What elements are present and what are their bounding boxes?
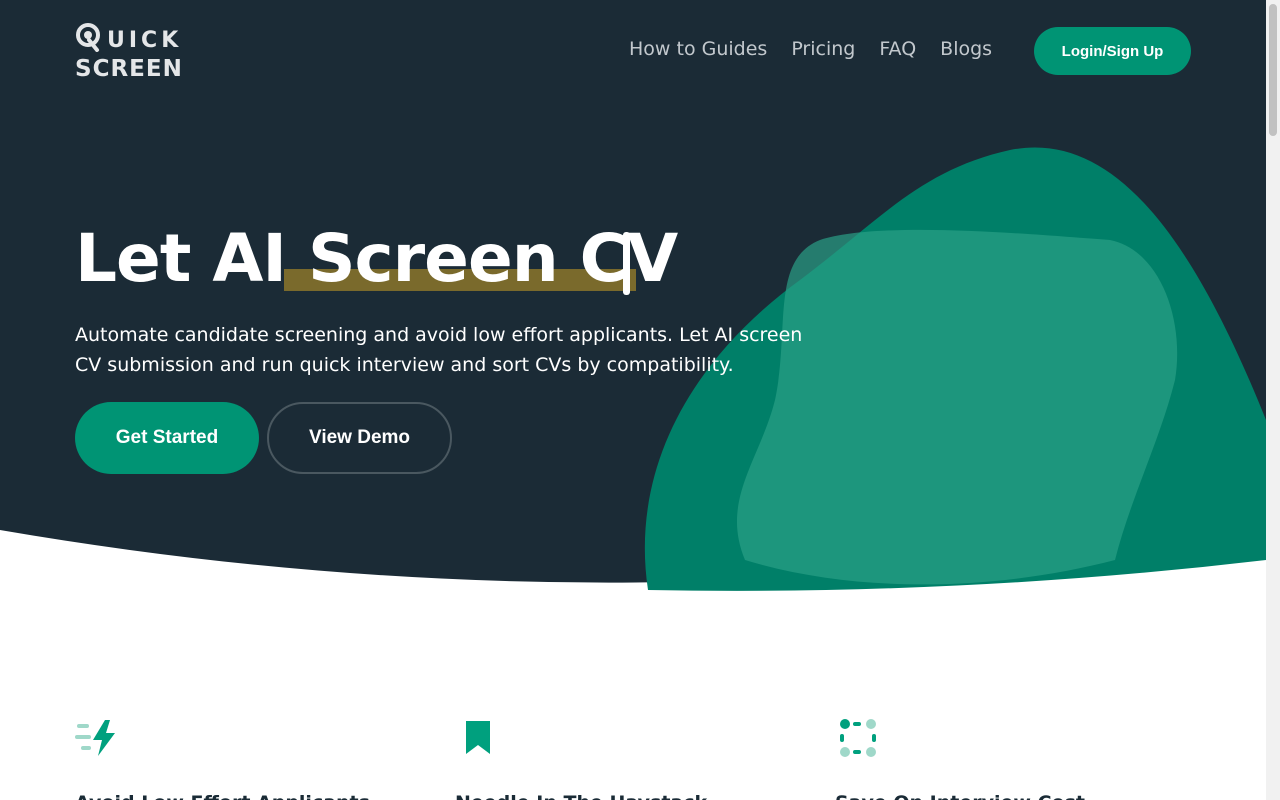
hero-subtitle: Automate candidate screening and avoid l… <box>75 324 803 376</box>
feature-title: Needle In The Haystack <box>455 792 795 800</box>
logo-text-quick: UICK <box>107 28 183 53</box>
hero-headline: Let AI Screen CV <box>75 220 678 297</box>
bookmark-icon <box>466 721 490 754</box>
get-started-button[interactable]: Get Started <box>75 402 259 474</box>
feature-avoid-low-effort: Avoid Low Effort Applicants <box>75 718 415 800</box>
hero-background <box>0 0 1266 591</box>
headline-highlight: Screen CV <box>307 220 678 297</box>
logo-text-screen: SCREEN <box>75 56 183 82</box>
feature-title: Save On Interview Cost <box>835 792 1175 800</box>
feature-needle-haystack: Needle In The Haystack <box>455 718 795 800</box>
main-nav: How to Guides Pricing FAQ Blogs <box>629 38 992 60</box>
scrollbar-thumb[interactable] <box>1269 4 1277 136</box>
logo-q-icon <box>76 23 100 52</box>
lightning-icon <box>75 720 115 756</box>
page-scrollbar[interactable] <box>1266 0 1280 800</box>
focus-frame-icon <box>840 719 876 757</box>
typing-caret <box>623 232 630 295</box>
nav-pricing[interactable]: Pricing <box>791 38 855 60</box>
quickscreen-logo[interactable]: UICK SCREEN <box>75 22 195 84</box>
nav-blogs[interactable]: Blogs <box>940 38 992 60</box>
feature-save-interview-cost: Save On Interview Cost <box>835 718 1175 800</box>
hero-section: UICK SCREEN How to Guides Pricing FAQ Bl… <box>0 0 1266 600</box>
headline-plain: Let AI <box>75 220 308 297</box>
feature-title: Avoid Low Effort Applicants <box>75 792 415 800</box>
nav-how-to-guides[interactable]: How to Guides <box>629 38 767 60</box>
login-signup-button[interactable]: Login/Sign Up <box>1034 27 1191 75</box>
view-demo-button[interactable]: View Demo <box>267 402 452 474</box>
nav-faq[interactable]: FAQ <box>879 38 916 60</box>
